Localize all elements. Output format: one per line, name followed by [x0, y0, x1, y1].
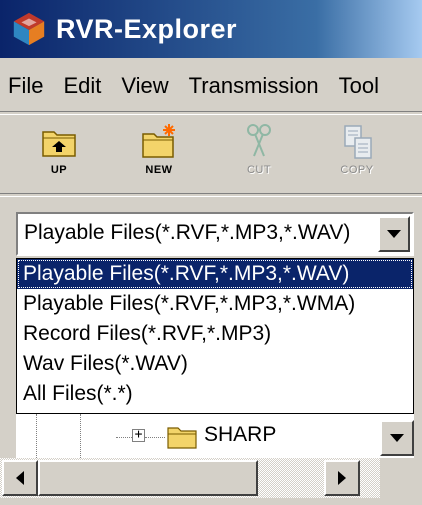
file-type-combobox[interactable]: Playable Files(*.RVF,*.MP3,*.WAV)	[16, 212, 414, 256]
tree-node-label[interactable]: SHARP	[204, 423, 276, 447]
tree-guide-line	[145, 437, 165, 438]
menu-edit[interactable]: Edit	[53, 73, 111, 99]
up-label: UP	[50, 164, 68, 176]
scrollbar-thumb[interactable]	[38, 460, 258, 496]
menu-view[interactable]: View	[111, 73, 178, 99]
expand-icon[interactable]: +	[132, 428, 145, 442]
menu-file[interactable]: File	[0, 73, 53, 99]
tree-guide-line	[36, 414, 37, 458]
rvr-app-icon	[13, 12, 45, 46]
horizontal-scrollbar[interactable]	[0, 458, 380, 498]
chevron-left-icon	[16, 471, 24, 485]
combo-dropdown-button[interactable]	[378, 216, 410, 252]
folder-icon	[167, 427, 197, 449]
up-button[interactable]: UP	[14, 118, 104, 186]
new-folder-icon	[142, 124, 175, 158]
chevron-right-icon	[338, 471, 346, 485]
cut-label: CUT	[246, 164, 272, 176]
scrollbar-corner	[380, 458, 422, 505]
scissors-icon	[247, 124, 271, 157]
menu-transmission[interactable]: Transmission	[179, 73, 329, 99]
tree-guide-line	[80, 414, 81, 458]
chevron-down-icon	[387, 230, 401, 238]
file-type-option[interactable]: Wav Files(*.WAV)	[17, 349, 413, 379]
file-type-option[interactable]: Playable Files(*.RVF,*.MP3,*.WAV)	[17, 259, 413, 289]
copy-label: COPY	[340, 164, 374, 176]
scroll-left-button[interactable]	[2, 460, 38, 496]
window-title: RVR-Explorer	[56, 13, 238, 44]
file-type-option[interactable]: All Files(*.*)	[17, 379, 413, 409]
rvr-explorer-window: RVR-Explorer File Edit View Transmission…	[0, 0, 422, 505]
toolbar: UP NEW CUT COPY	[0, 114, 422, 190]
new-label: NEW	[145, 164, 173, 176]
cut-button[interactable]: CUT	[214, 118, 304, 186]
tree-guide-line	[116, 437, 132, 438]
chevron-down-icon	[390, 434, 404, 442]
menu-bar: File Edit View Transmission Tool	[0, 62, 422, 110]
file-type-dropdown-list: Playable Files(*.RVF,*.MP3,*.WAV) Playab…	[16, 258, 414, 414]
menu-tool[interactable]: Tool	[329, 73, 389, 99]
folder-up-icon	[42, 131, 76, 157]
combo-selected-value: Playable Files(*.RVF,*.MP3,*.WAV)	[24, 221, 351, 244]
copy-icon	[344, 125, 372, 159]
folder-tree: + SHARP	[16, 414, 414, 458]
file-type-option[interactable]: Record Files(*.RVF,*.MP3)	[17, 319, 413, 349]
title-bar[interactable]: RVR-Explorer	[0, 0, 422, 58]
file-type-option[interactable]: Playable Files(*.RVF,*.MP3,*.WMA)	[17, 289, 413, 319]
new-button[interactable]: NEW	[114, 118, 204, 186]
scroll-right-button[interactable]	[324, 460, 360, 496]
copy-button[interactable]: COPY	[312, 118, 402, 186]
toolbar-separator	[0, 193, 422, 197]
scroll-down-button[interactable]	[380, 420, 414, 456]
